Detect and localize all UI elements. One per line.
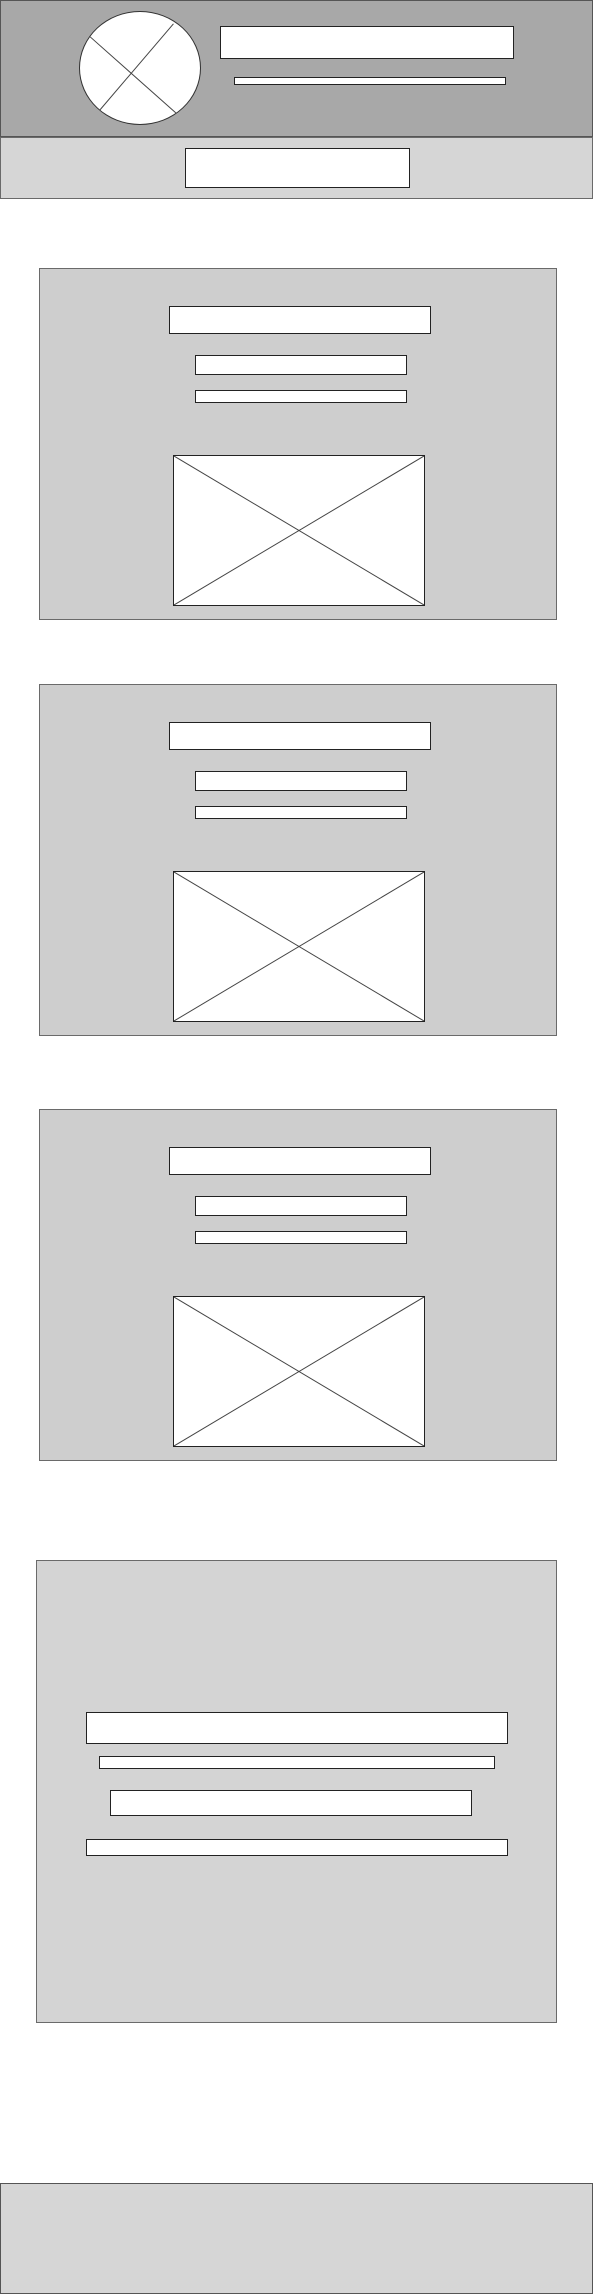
contact-section <box>36 1560 557 2023</box>
card-title <box>169 722 431 750</box>
card-text-line <box>195 806 407 819</box>
card-text-line <box>195 771 407 791</box>
logo-placeholder-icon[interactable] <box>79 11 201 125</box>
header-subtitle <box>234 77 506 85</box>
card-text-line <box>195 1231 407 1244</box>
header-title <box>220 26 514 59</box>
card-text-line <box>195 355 407 375</box>
card-text-line <box>195 1196 407 1216</box>
contact-input-field[interactable] <box>110 1790 472 1816</box>
card-title <box>169 306 431 334</box>
contact-heading <box>86 1712 508 1744</box>
content-card <box>39 684 557 1036</box>
image-placeholder-icon <box>173 871 425 1022</box>
card-text-line <box>195 390 407 403</box>
contact-text-line <box>99 1756 495 1769</box>
card-title <box>169 1147 431 1175</box>
nav-bar <box>0 137 593 199</box>
contact-submit-button[interactable] <box>86 1839 508 1856</box>
image-placeholder-icon <box>173 455 425 606</box>
nav-item[interactable] <box>185 148 410 188</box>
content-card <box>39 268 557 620</box>
image-placeholder-icon <box>173 1296 425 1447</box>
wireframe-page: { "header": { "title": "", "subtitle": "… <box>0 0 593 2294</box>
content-card <box>39 1109 557 1461</box>
header <box>0 0 593 137</box>
footer <box>0 2183 593 2294</box>
